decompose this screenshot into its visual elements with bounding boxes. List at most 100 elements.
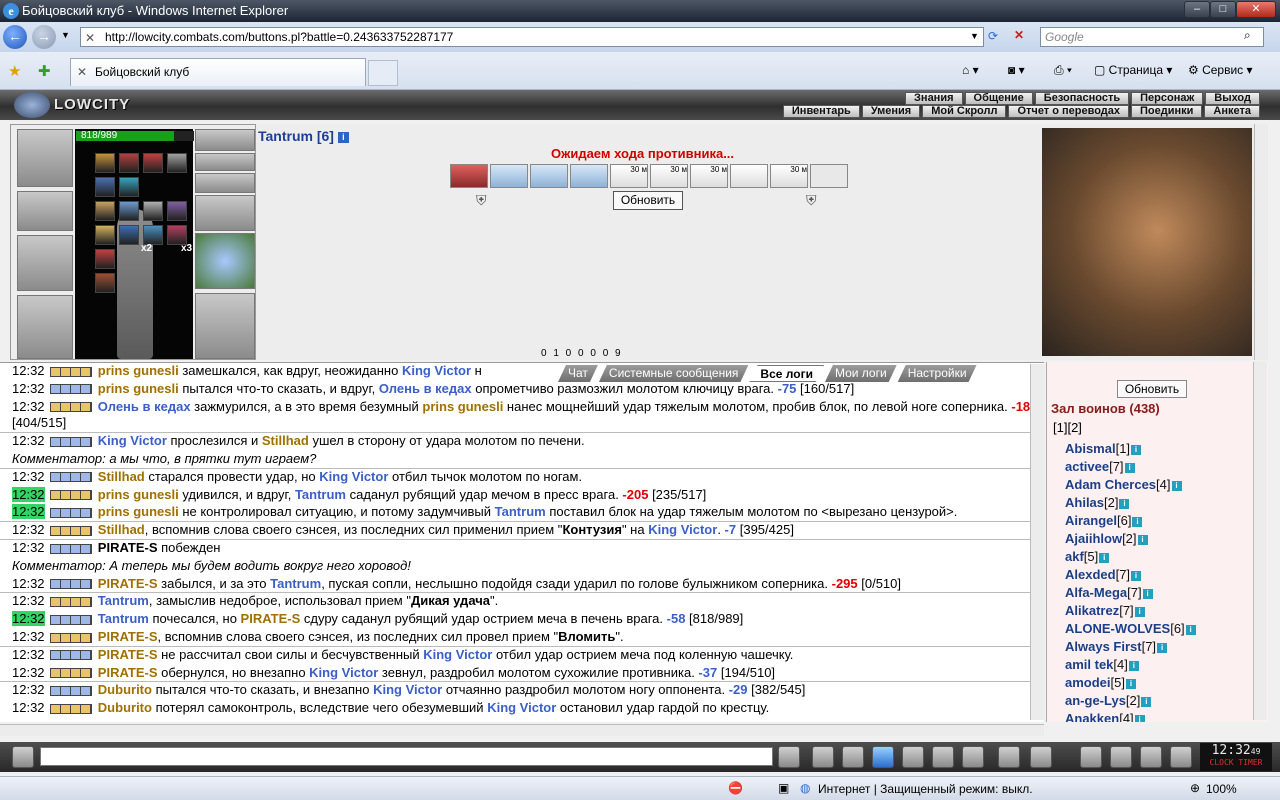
inventory-item-icon[interactable]	[119, 201, 139, 221]
chat-tool-button[interactable]	[1030, 746, 1052, 768]
pants-slot[interactable]	[195, 293, 255, 359]
player-name[interactable]: PIRATE-S	[98, 647, 158, 662]
player-name[interactable]: akf	[1065, 549, 1084, 564]
earrings-slot[interactable]	[195, 153, 255, 171]
portrait-scrollbar[interactable]	[1254, 124, 1268, 360]
player-name[interactable]: prins gunesli	[98, 504, 179, 519]
player-name[interactable]: Олень в кедах	[98, 399, 191, 414]
inventory-item-icon[interactable]	[167, 153, 187, 173]
player-name[interactable]: Always First	[1065, 639, 1142, 654]
roster-player[interactable]: Ajaiihlow[2] i	[1065, 530, 1196, 548]
menu-item[interactable]: Поединки	[1131, 105, 1203, 118]
chat-tool-button[interactable]	[1080, 746, 1102, 768]
player-name[interactable]: PIRATE-S	[98, 629, 158, 644]
roster-player[interactable]: Abismal[1] i	[1065, 440, 1196, 458]
close-window-button[interactable]: ✕	[1236, 1, 1276, 18]
player-name[interactable]: Anakken	[1065, 711, 1119, 722]
info-icon[interactable]: i	[1131, 444, 1142, 455]
info-icon[interactable]: i	[1119, 498, 1130, 509]
info-icon[interactable]: i	[1142, 588, 1153, 599]
roster-player[interactable]: amodei[5] i	[1065, 674, 1196, 692]
roster-player[interactable]: Always First[7] i	[1065, 638, 1196, 656]
page-menu[interactable]: ▢ Страница ▾	[1094, 62, 1172, 78]
new-tab-button[interactable]	[368, 60, 398, 86]
inventory-item-icon[interactable]	[119, 225, 139, 245]
shield-icon[interactable]: ⛨	[476, 192, 487, 209]
info-icon[interactable]: i	[1099, 552, 1110, 563]
feeds-icon[interactable]: ◙ ▾	[1008, 62, 1025, 78]
player-name[interactable]: King Victor	[309, 665, 378, 680]
action-card[interactable]	[570, 164, 608, 188]
player-name[interactable]: -29	[729, 682, 748, 697]
info-icon[interactable]: i	[1157, 642, 1168, 653]
player-name[interactable]: King Victor	[373, 682, 442, 697]
home-icon[interactable]: ⌂ ▾	[962, 62, 979, 78]
player-name[interactable]: ALONE-WOLVES	[1065, 621, 1170, 636]
flowers-slot[interactable]	[195, 233, 255, 289]
player-name[interactable]: prins gunesli	[98, 487, 179, 502]
player-name[interactable]: King Victor	[319, 469, 388, 484]
player-name[interactable]: Stillhad	[98, 522, 145, 537]
player-name[interactable]: Ahilas	[1065, 495, 1104, 510]
player-name[interactable]: activee	[1065, 459, 1109, 474]
player-name[interactable]: Alikatrez	[1065, 603, 1119, 618]
action-card[interactable]: 30 м	[610, 164, 648, 188]
menu-item[interactable]: Безопасность	[1034, 92, 1130, 105]
maximize-button[interactable]: □	[1210, 1, 1236, 18]
player-name[interactable]: -75	[778, 381, 797, 396]
chat-tool-button[interactable]	[872, 746, 894, 768]
info-icon[interactable]: i	[1171, 480, 1182, 491]
player-name[interactable]: an-ge-Lys	[1065, 693, 1126, 708]
chat-input[interactable]	[40, 747, 773, 766]
player-name[interactable]: Tantrum	[495, 504, 546, 519]
chat-tool-button[interactable]	[1170, 746, 1192, 768]
weapon-slot[interactable]	[17, 235, 73, 291]
player-name[interactable]: Alfa-Mega	[1065, 585, 1127, 600]
action-card[interactable]	[530, 164, 568, 188]
player-name[interactable]: -37	[698, 665, 717, 680]
player-name[interactable]: Abismal	[1065, 441, 1116, 456]
roster-player[interactable]: ALONE-WOLVES[6] i	[1065, 620, 1196, 638]
player-name[interactable]: PIRATE-S	[241, 611, 301, 626]
stop-icon[interactable]: ✕	[1014, 28, 1024, 42]
menu-item[interactable]: Выход	[1205, 92, 1260, 105]
log-tab[interactable]: Системные сообщения	[599, 365, 749, 382]
player-name[interactable]: Airangel	[1065, 513, 1117, 528]
action-card[interactable]: 30 м	[770, 164, 808, 188]
roster-player[interactable]: Anakken[4] i	[1065, 710, 1196, 722]
inventory-item-icon[interactable]	[95, 249, 115, 269]
player-name[interactable]: King Victor	[98, 433, 167, 448]
chat-tool-button[interactable]	[778, 746, 800, 768]
log-tab[interactable]: Настройки	[898, 365, 977, 382]
player-name[interactable]: Tantrum	[295, 487, 346, 502]
roster-player[interactable]: Alfa-Mega[7] i	[1065, 584, 1196, 602]
action-card[interactable]	[490, 164, 528, 188]
add-favorite-icon[interactable]: ✚	[38, 62, 51, 80]
info-icon[interactable]: i	[1131, 570, 1142, 581]
inventory-item-icon[interactable]	[143, 153, 163, 173]
action-card[interactable]	[810, 164, 848, 188]
player-name[interactable]: Duburito	[98, 682, 152, 697]
menu-item[interactable]: Знания	[905, 92, 963, 105]
print-icon[interactable]: ⎙ ▾	[1054, 62, 1072, 78]
inventory-item-icon[interactable]	[167, 225, 187, 245]
info-icon[interactable]: i	[1132, 516, 1143, 527]
info-icon[interactable]: i	[1141, 696, 1152, 707]
inventory-item-icon[interactable]	[143, 201, 163, 221]
player-name[interactable]: amil tek	[1065, 657, 1113, 672]
inventory-item-icon[interactable]	[119, 177, 139, 197]
player-name[interactable]: prins gunesli	[98, 363, 179, 378]
menu-item[interactable]: Умения	[861, 105, 921, 118]
player-name[interactable]: King Victor	[648, 522, 717, 537]
security-zone[interactable]: Интернет | Защищенный режим: выкл.	[818, 782, 1033, 796]
info-icon[interactable]: i	[1134, 606, 1145, 617]
favorites-star-icon[interactable]: ★	[8, 62, 21, 80]
player-name[interactable]: -58	[667, 611, 686, 626]
search-icon[interactable]: ⌕	[1244, 28, 1251, 43]
roster-player[interactable]: Ahilas[2] i	[1065, 494, 1196, 512]
menu-item[interactable]: Отчет о переводах	[1008, 105, 1130, 118]
inventory-item-icon[interactable]	[95, 273, 115, 293]
player-name[interactable]: Tantrum	[270, 576, 321, 591]
player-name[interactable]: prins gunesli	[98, 381, 179, 396]
inventory-item-icon[interactable]	[95, 225, 115, 245]
